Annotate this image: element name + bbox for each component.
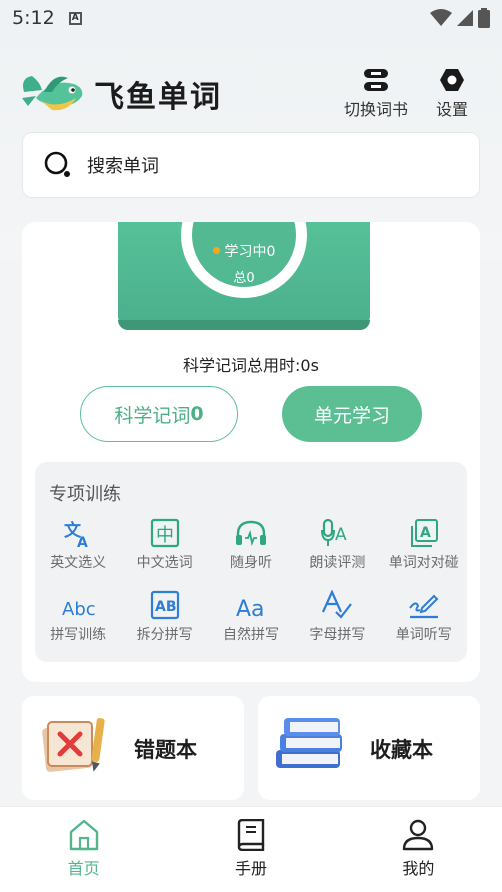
signal-icon	[457, 10, 473, 26]
pronounce-icon: A	[321, 518, 347, 546]
training-title: 专项训练	[49, 484, 121, 505]
manual-book-icon	[237, 819, 265, 851]
wrong-questions-book-card[interactable]: 错题本	[22, 696, 244, 800]
total-stat: 总0	[233, 271, 255, 286]
search-bar[interactable]: 搜索单词	[22, 132, 480, 198]
settings-button[interactable]: 设置	[436, 68, 468, 120]
training-label: 单词对对碰	[388, 555, 459, 571]
training-item-reading-evaluation[interactable]: A 朗读评测	[294, 514, 380, 586]
svg-text:Abc: Abc	[62, 599, 95, 620]
special-training-panel: 专项训练 文A 英文选义 中 中文选词 随身听 A 朗读评测 A 单词对对碰 A…	[35, 462, 467, 662]
status-bar: 5:12 A	[0, 0, 502, 36]
training-item-word-match[interactable]: A 单词对对碰	[381, 514, 467, 586]
learning-dot	[212, 247, 220, 254]
settings-icon	[440, 69, 464, 91]
svg-text:A: A	[420, 525, 431, 541]
training-item-portable-listen[interactable]: 随身听	[208, 514, 294, 586]
training-item-english-choose-meaning[interactable]: 文A 英文选义	[35, 514, 121, 586]
tab-home[interactable]: 首页	[0, 807, 167, 892]
book-spine	[118, 320, 370, 330]
favorites-label: 收藏本	[370, 738, 433, 762]
dictation-icon	[408, 594, 439, 619]
scientific-count: 0	[190, 403, 204, 425]
training-label: 单词听写	[395, 627, 452, 643]
training-item-word-dictation[interactable]: 单词听写	[381, 586, 467, 658]
user-icon	[403, 819, 434, 851]
ab-split-icon: AB	[150, 590, 179, 620]
wifi-icon	[430, 9, 452, 26]
training-item-split-spelling[interactable]: AB 拆分拼写	[121, 586, 207, 658]
training-label: 随身听	[229, 555, 272, 571]
letter-spell-icon	[322, 590, 353, 619]
svg-text:A: A	[77, 535, 88, 548]
tab-home-label: 首页	[67, 859, 100, 878]
app-title: 飞鱼单词	[94, 80, 222, 115]
unit-study-button[interactable]: 单元学习	[282, 386, 422, 442]
headphones-icon	[235, 520, 266, 547]
training-item-chinese-choose-word[interactable]: 中 中文选词	[121, 514, 207, 586]
flying-fish-logo	[22, 76, 83, 111]
home-icon	[69, 819, 98, 851]
switch-book-button[interactable]: 切换词书	[344, 68, 408, 120]
phonics-icon: Aa	[236, 597, 265, 620]
training-label: 朗读评测	[309, 555, 366, 571]
training-item-letter-spelling[interactable]: 字母拼写	[294, 586, 380, 658]
scientific-memorize-button[interactable]: 科学记词 0	[80, 386, 238, 442]
training-item-spelling-practice[interactable]: Abc 拼写训练	[35, 586, 121, 658]
tab-manual[interactable]: 手册	[167, 807, 334, 892]
wrong-book-label: 错题本	[134, 738, 197, 762]
translate-icon: 文A	[64, 520, 88, 548]
app-header: 飞鱼单词 切换词书 设置	[18, 68, 484, 120]
svg-text:中: 中	[156, 525, 174, 546]
favorites-book-icon	[276, 718, 342, 768]
tab-mine[interactable]: 我的	[335, 807, 502, 892]
training-label: 英文选义	[50, 555, 107, 571]
training-label: 拆分拼写	[136, 627, 193, 643]
svg-text:A: A	[335, 525, 347, 545]
chinese-char-icon: 中	[150, 518, 179, 548]
training-label: 字母拼写	[309, 627, 366, 643]
tab-manual-label: 手册	[234, 859, 267, 878]
status-time: 5:12	[12, 7, 55, 29]
training-label: 拼写训练	[50, 627, 107, 643]
notification-a-icon: A	[68, 11, 82, 25]
switch-book-icon	[364, 69, 388, 91]
study-card: 学习中0 总0 科学记词总用时:0s 科学记词 0 单元学习 专项训练 文A 英文…	[22, 222, 480, 682]
page-background	[0, 0, 502, 260]
total-time-text: 科学记词总用时:0s	[183, 356, 319, 375]
scientific-label: 科学记词	[114, 404, 191, 427]
bottom-tab-bar: 首页 手册 我的	[0, 806, 502, 892]
settings-label: 设置	[436, 100, 469, 119]
search-icon	[44, 151, 70, 177]
training-label: 自然拼写	[222, 627, 279, 643]
search-placeholder: 搜索单词	[87, 156, 159, 177]
progress-ring-inner: 学习中0 总0	[192, 222, 296, 287]
svg-text:AB: AB	[155, 599, 177, 615]
tab-mine-label: 我的	[402, 859, 435, 878]
abc-icon: Abc	[62, 599, 95, 620]
svg-text:Aa: Aa	[236, 597, 265, 620]
status-icons	[430, 8, 490, 28]
favorites-book-card[interactable]: 收藏本	[258, 696, 480, 800]
learning-label: 学习中0	[224, 244, 276, 260]
learning-stat: 学习中0	[192, 241, 296, 261]
training-grid: 文A 英文选义 中 中文选词 随身听 A 朗读评测 A 单词对对碰 Abc 拼写…	[35, 514, 467, 658]
switch-book-label: 切换词书	[344, 100, 409, 119]
battery-icon	[478, 8, 490, 28]
match-icon: A	[410, 519, 438, 547]
wrong-book-icon	[42, 718, 105, 772]
training-item-phonics-spelling[interactable]: Aa 自然拼写	[208, 586, 294, 658]
training-label: 中文选词	[136, 555, 193, 571]
